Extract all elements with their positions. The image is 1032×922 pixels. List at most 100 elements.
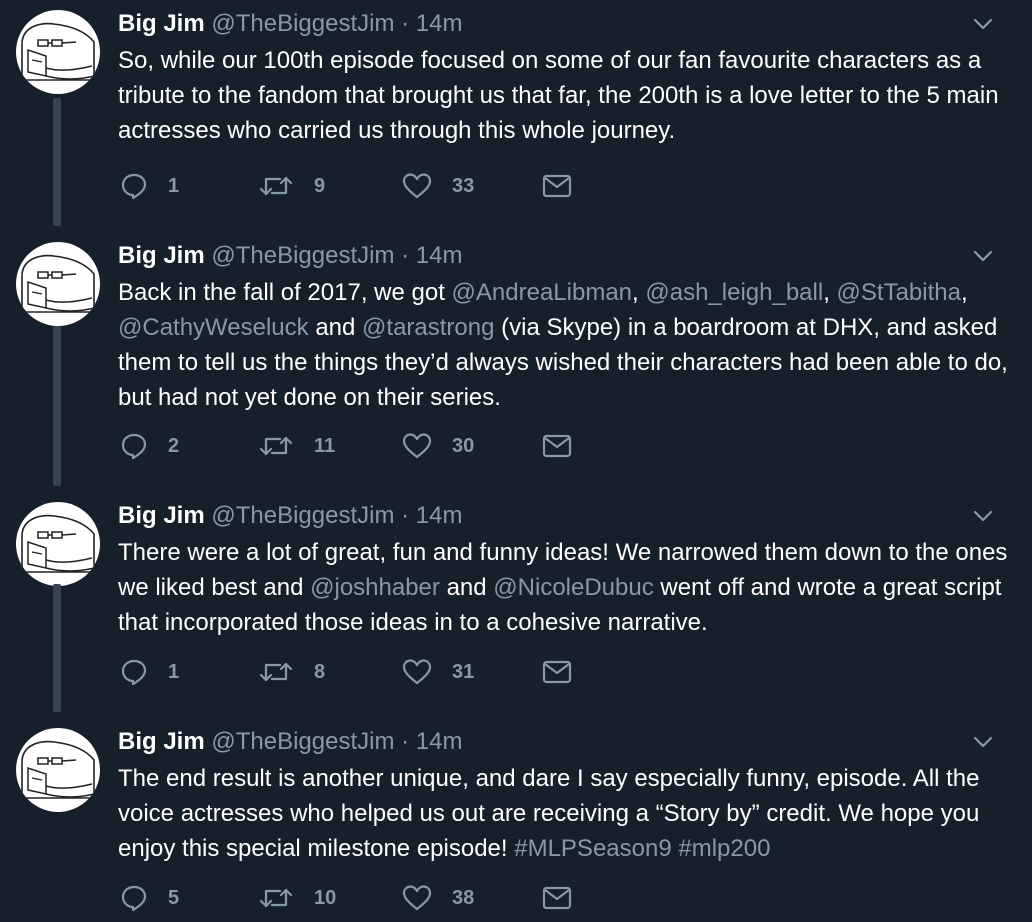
retweet-count: 11 [314, 434, 336, 457]
thread-line [53, 98, 61, 226]
text-segment: , [823, 279, 837, 306]
tweet-menu-button[interactable] [972, 248, 994, 264]
avatar[interactable] [16, 728, 100, 812]
separator: · [401, 242, 410, 269]
retweet-button[interactable]: 8 [258, 656, 325, 688]
message-icon [542, 660, 572, 684]
avatar[interactable] [16, 242, 100, 326]
tweet-text: Back in the fall of 2017, we got @Andrea… [118, 275, 1008, 415]
tweet-text: The end result is another unique, and da… [118, 761, 1008, 866]
retweet-button[interactable]: 9 [258, 170, 325, 202]
tweet-header: Big Jim @TheBiggestJim · 14m [118, 10, 462, 38]
avatar[interactable] [16, 502, 100, 586]
text-segment: , [960, 279, 968, 306]
retweet-icon [259, 176, 293, 196]
retweet-icon [259, 888, 293, 908]
like-button[interactable]: 33 [402, 170, 474, 202]
text-segment: Back in the fall of 2017, we got [118, 279, 452, 306]
message-icon [542, 174, 572, 198]
tweet-menu-button[interactable] [972, 734, 994, 750]
timestamp[interactable]: 14m [416, 10, 463, 37]
hashtag-link[interactable]: #MLPSeason9 [514, 835, 671, 862]
display-name[interactable]: Big Jim [118, 242, 205, 269]
text-segment: , [632, 279, 646, 306]
tweet-menu-button[interactable] [972, 508, 994, 524]
reply-button[interactable]: 1 [120, 656, 179, 688]
mention-link[interactable]: @CathyWeseluck [118, 314, 309, 341]
like-icon [402, 433, 432, 459]
retweet-count: 10 [314, 886, 337, 909]
separator: · [401, 728, 410, 755]
avatar[interactable] [16, 10, 100, 94]
avatar-drawing-icon [21, 740, 95, 799]
reply-icon [121, 433, 147, 460]
message-icon [542, 434, 572, 458]
mention-link[interactable]: @AndreaLibman [452, 279, 632, 306]
reply-icon [121, 659, 147, 686]
text-segment: and [308, 314, 363, 341]
text-segment: and [439, 574, 494, 601]
separator: · [401, 502, 410, 529]
retweet-icon [259, 436, 293, 456]
reply-count: 1 [168, 174, 180, 197]
avatar-drawing-icon [21, 514, 95, 573]
like-icon [402, 659, 432, 685]
mention-link[interactable]: @ash_leigh_ball [645, 279, 823, 306]
retweet-button[interactable]: 10 [258, 882, 336, 914]
avatar-drawing-icon [21, 22, 95, 81]
tweet-actions: 5 10 38 [118, 882, 618, 914]
tweet-header: Big Jim @TheBiggestJim · 14m [118, 728, 462, 756]
user-handle[interactable]: @TheBiggestJim [211, 242, 394, 269]
like-button[interactable]: 38 [402, 882, 474, 914]
tweet-text: There were a lot of great, fun and funny… [118, 535, 1008, 640]
reply-count: 5 [168, 886, 180, 909]
hashtag-link[interactable]: #mlp200 [678, 835, 770, 862]
mention-link[interactable]: @StTabitha [837, 279, 961, 306]
reply-button[interactable]: 2 [120, 430, 179, 462]
like-count: 31 [452, 660, 475, 683]
tweet-actions: 1 9 33 [118, 170, 618, 202]
retweet-count: 9 [314, 174, 326, 197]
timestamp[interactable]: 14m [416, 728, 463, 755]
direct-message-button[interactable] [542, 656, 572, 688]
like-icon [402, 173, 432, 199]
direct-message-button[interactable] [542, 882, 572, 914]
mention-link[interactable]: @tarastrong [362, 314, 494, 341]
chevron-down-icon [973, 510, 993, 522]
like-icon [402, 885, 432, 911]
reply-button[interactable]: 1 [120, 170, 179, 202]
retweet-button[interactable]: 11 [258, 430, 335, 462]
chevron-down-icon [973, 250, 993, 262]
timestamp[interactable]: 14m [416, 242, 463, 269]
tweet-text: So, while our 100th episode focused on s… [118, 43, 1008, 148]
reply-button[interactable]: 5 [120, 882, 179, 914]
retweet-count: 8 [314, 660, 326, 683]
user-handle[interactable]: @TheBiggestJim [211, 10, 394, 37]
timestamp[interactable]: 14m [416, 502, 463, 529]
like-count: 38 [452, 886, 475, 909]
thread-line [53, 584, 61, 712]
display-name[interactable]: Big Jim [118, 728, 205, 755]
tweet-actions: 2 11 30 [118, 430, 618, 462]
like-button[interactable]: 31 [402, 656, 474, 688]
reply-icon [121, 885, 147, 912]
direct-message-button[interactable] [542, 170, 572, 202]
display-name[interactable]: Big Jim [118, 502, 205, 529]
reply-count: 2 [168, 434, 180, 457]
user-handle[interactable]: @TheBiggestJim [211, 502, 394, 529]
like-count: 30 [452, 434, 475, 457]
chevron-down-icon [973, 736, 993, 748]
mention-link[interactable]: @NicoleDubuc [493, 574, 653, 601]
like-button[interactable]: 30 [402, 430, 474, 462]
user-handle[interactable]: @TheBiggestJim [211, 728, 394, 755]
separator: · [401, 10, 410, 37]
tweet-menu-button[interactable] [972, 16, 994, 32]
like-count: 33 [452, 174, 475, 197]
chevron-down-icon [973, 18, 993, 30]
direct-message-button[interactable] [542, 430, 572, 462]
reply-count: 1 [168, 660, 180, 683]
mention-link[interactable]: @joshhaber [310, 574, 440, 601]
avatar-drawing-icon [21, 254, 95, 313]
display-name[interactable]: Big Jim [118, 10, 205, 37]
text-segment: So, while our 100th episode focused on s… [118, 47, 999, 144]
